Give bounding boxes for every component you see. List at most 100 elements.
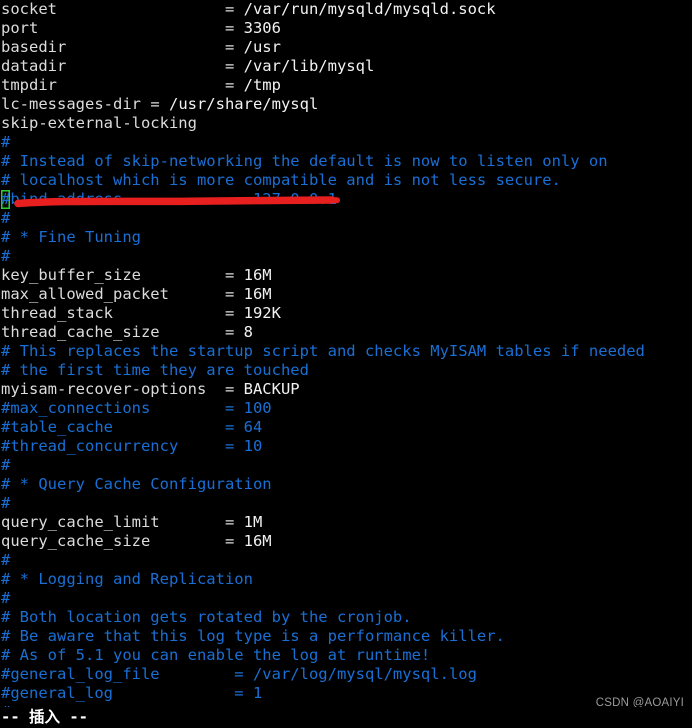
buffer-line[interactable]: # localhost which is more compatible and…: [0, 171, 692, 190]
buffer-line[interactable]: #table_cache = 64: [0, 418, 692, 437]
buffer-line[interactable]: #: [0, 209, 692, 228]
buffer-text-segment: BACKUP: [243, 380, 300, 398]
buffer-line[interactable]: #: [0, 247, 692, 266]
buffer-text-segment: # This replaces the startup script and c…: [1, 342, 645, 360]
buffer-text-segment: max_allowed_packet: [1, 285, 169, 303]
vim-text-buffer[interactable]: socket = /var/run/mysqld/mysqld.sock port…: [0, 0, 692, 722]
buffer-line[interactable]: thread_cache_size = 8: [0, 323, 692, 342]
buffer-text-segment: 16M: [243, 532, 272, 550]
buffer-text-segment: /tmp: [243, 76, 281, 94]
buffer-text-segment: # the first time they are touched: [1, 361, 309, 379]
buffer-text-segment: # localhost which is more compatible and…: [1, 171, 561, 189]
buffer-line[interactable]: thread_stack = 192K: [0, 304, 692, 323]
buffer-line[interactable]: myisam-recover-options = BACKUP: [0, 380, 692, 399]
buffer-line[interactable]: query_cache_size = 16M: [0, 532, 692, 551]
buffer-text-segment: thread_cache_size: [1, 323, 160, 341]
buffer-text-segment: =: [159, 513, 244, 531]
buffer-line[interactable]: datadir = /var/lib/mysql: [0, 57, 692, 76]
buffer-text-segment: 192K: [243, 304, 281, 322]
buffer-text-segment: #: [1, 551, 11, 569]
buffer-text-segment: =: [57, 0, 244, 18]
buffer-text-segment: # Be aware that this log type is a perfo…: [1, 627, 505, 645]
buffer-line[interactable]: #general_log = 1: [0, 684, 692, 703]
buffer-line[interactable]: #bind-address = 127.0.0.1: [0, 190, 692, 209]
buffer-text-segment: #general_log_file = /var/log/mysql/mysql…: [1, 665, 477, 683]
buffer-text-segment: #: [1, 247, 11, 265]
buffer-text-segment: basedir: [1, 38, 67, 56]
buffer-text-segment: # Instead of skip-networking the default…: [1, 152, 608, 170]
buffer-line[interactable]: # As of 5.1 you can enable the log at ru…: [0, 646, 692, 665]
buffer-text-segment: /usr: [243, 38, 281, 56]
buffer-text-segment: # * Fine Tuning: [1, 228, 141, 246]
buffer-text-segment: =: [38, 19, 244, 37]
buffer-line[interactable]: query_cache_limit = 1M: [0, 513, 692, 532]
buffer-text-segment: /usr/share/mysql: [168, 95, 319, 113]
buffer-line[interactable]: # This replaces the startup script and c…: [0, 342, 692, 361]
buffer-text-segment: =: [66, 38, 244, 56]
buffer-line[interactable]: max_allowed_packet = 16M: [0, 285, 692, 304]
buffer-text-segment: #: [1, 589, 11, 607]
buffer-line[interactable]: lc-messages-dir = /usr/share/mysql: [0, 95, 692, 114]
buffer-line[interactable]: # Both location gets rotated by the cron…: [0, 608, 692, 627]
buffer-text-segment: lc-messages-dir: [1, 95, 141, 113]
buffer-text-segment: =: [66, 57, 244, 75]
buffer-text-segment: #table_cache = 64: [1, 418, 263, 436]
buffer-text-segment: #: [1, 133, 11, 151]
buffer-text-segment: 16M: [243, 285, 272, 303]
buffer-text-segment: 3306: [243, 19, 281, 37]
buffer-text-segment: # As of 5.1 you can enable the log at ru…: [1, 646, 431, 664]
buffer-text-segment: #: [1, 494, 11, 512]
text-cursor: #: [1, 190, 11, 209]
buffer-text-segment: =: [206, 380, 244, 398]
buffer-text-segment: =: [140, 266, 244, 284]
buffer-line[interactable]: # * Logging and Replication: [0, 570, 692, 589]
buffer-line[interactable]: basedir = /usr: [0, 38, 692, 57]
buffer-text-segment: port: [1, 19, 39, 37]
buffer-text-segment: =: [57, 76, 244, 94]
buffer-text-segment: #: [1, 209, 11, 227]
buffer-line[interactable]: # Instead of skip-networking the default…: [0, 152, 692, 171]
buffer-text-segment: =: [112, 304, 244, 322]
buffer-text-segment: # * Logging and Replication: [1, 570, 253, 588]
buffer-line[interactable]: # * Query Cache Configuration: [0, 475, 692, 494]
buffer-text-segment: =: [140, 95, 169, 113]
buffer-text-segment: tmpdir: [1, 76, 57, 94]
buffer-line[interactable]: tmpdir = /tmp: [0, 76, 692, 95]
buffer-line[interactable]: skip-external-locking: [0, 114, 692, 133]
buffer-line[interactable]: #: [0, 456, 692, 475]
buffer-line[interactable]: socket = /var/run/mysqld/mysqld.sock: [0, 0, 692, 19]
buffer-text-segment: key_buffer_size: [1, 266, 141, 284]
buffer-text-segment: #thread_concurrency = 10: [1, 437, 263, 455]
buffer-line[interactable]: #thread_concurrency = 10: [0, 437, 692, 456]
buffer-text-segment: 16M: [243, 266, 272, 284]
buffer-line[interactable]: #: [0, 589, 692, 608]
buffer-line[interactable]: #max_connections = 100: [0, 399, 692, 418]
terminal-window[interactable]: socket = /var/run/mysqld/mysqld.sock port…: [0, 0, 692, 728]
buffer-line[interactable]: #general_log_file = /var/log/mysql/mysql…: [0, 665, 692, 684]
buffer-text-segment: /var/lib/mysql: [243, 57, 375, 75]
buffer-text-segment: datadir: [1, 57, 67, 75]
buffer-text-segment: query_cache_size: [1, 532, 151, 550]
buffer-line[interactable]: # Be aware that this log type is a perfo…: [0, 627, 692, 646]
buffer-text-segment: 1M: [243, 513, 263, 531]
buffer-text-segment: thread_stack: [1, 304, 113, 322]
buffer-line[interactable]: #: [0, 494, 692, 513]
buffer-line[interactable]: #: [0, 133, 692, 152]
buffer-text-segment: =: [159, 323, 244, 341]
buffer-line[interactable]: # * Fine Tuning: [0, 228, 692, 247]
vim-status-line: -- 插入 --: [0, 707, 692, 728]
buffer-line[interactable]: # the first time they are touched: [0, 361, 692, 380]
buffer-text-segment: # * Query Cache Configuration: [1, 475, 272, 493]
buffer-text-segment: #general_log = 1: [1, 684, 263, 702]
buffer-text-segment: #: [1, 456, 11, 474]
buffer-text-segment: 8: [243, 323, 253, 341]
buffer-text-segment: skip-external-locking: [1, 114, 197, 132]
buffer-line[interactable]: #: [0, 551, 692, 570]
buffer-line[interactable]: key_buffer_size = 16M: [0, 266, 692, 285]
buffer-text-segment: #max_connections = 100: [1, 399, 272, 417]
buffer-text-segment: query_cache_limit: [1, 513, 160, 531]
buffer-text-segment: # Both location gets rotated by the cron…: [1, 608, 412, 626]
buffer-line[interactable]: port = 3306: [0, 19, 692, 38]
buffer-text-segment: socket: [1, 0, 57, 18]
buffer-text-segment: =: [150, 532, 244, 550]
